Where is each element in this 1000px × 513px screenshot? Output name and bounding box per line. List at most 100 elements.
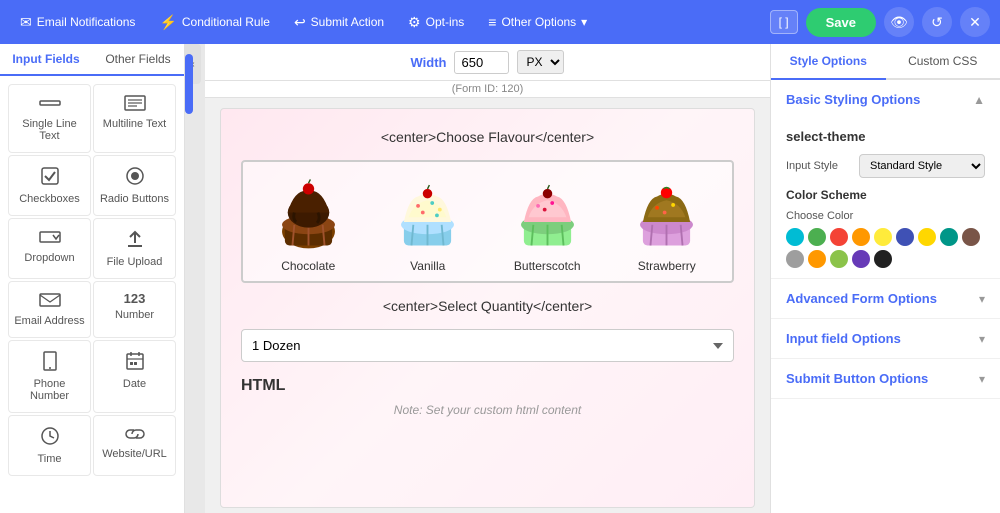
close-button[interactable]: ✕ [960,7,990,37]
field-checkboxes[interactable]: Checkboxes [8,155,91,216]
color-dot[interactable] [940,228,958,246]
basic-styling-header[interactable]: Basic Styling Options ▲ [771,80,1000,119]
field-website-url[interactable]: Website/URL [93,415,176,476]
color-scheme-title: Color Scheme [786,188,985,202]
save-button[interactable]: Save [806,8,876,37]
input-field-title: Input field Options [786,331,901,346]
date-icon [125,351,145,374]
submit-icon: ↩ [294,14,306,31]
input-field-options-section[interactable]: Input field Options ▾ [771,319,1000,359]
field-email-address[interactable]: Email Address [8,281,91,338]
color-dot[interactable] [896,228,914,246]
nav-email-notifications[interactable]: ✉ Email Notifications [10,8,145,37]
nav-opt-ins[interactable]: ⚙ Opt-ins [398,8,474,37]
width-label: Width [411,55,447,70]
email-icon: ✉ [20,14,32,31]
color-dot[interactable] [808,228,826,246]
radio-icon [125,166,145,189]
tab-other-fields[interactable]: Other Fields [92,44,184,74]
basic-styling-title: Basic Styling Options [786,92,920,107]
basic-styling-body: select-theme Input Style Standard Style … [771,119,1000,279]
multiline-icon [124,95,146,114]
submit-button-title: Submit Button Options [786,371,928,386]
submit-button-options-section[interactable]: Submit Button Options ▾ [771,359,1000,399]
nav-other-options[interactable]: ≡ Other Options ▾ [478,8,597,36]
dropdown-arrow-icon: ▾ [581,15,587,29]
input-style-select[interactable]: Standard Style Flat Style Material Style [859,154,985,178]
number-icon: 123 [124,292,146,305]
color-dot[interactable] [874,228,892,246]
sidebar-scroll-area: ‹ [185,44,205,513]
cupcake-vanilla-label: Vanilla [410,259,445,273]
field-date[interactable]: Date [93,340,176,413]
select-quantity-text: <center>Select Quantity</center> [241,298,734,314]
color-dots [786,228,985,268]
field-single-line-text[interactable]: Single Line Text [8,84,91,153]
phone-icon [41,351,59,374]
nav-submit-action[interactable]: ↩ Submit Action [284,8,394,37]
color-dot[interactable] [918,228,936,246]
cupcake-chocolate[interactable]: Chocolate [251,170,366,273]
field-time[interactable]: Time [8,415,91,476]
right-tabs: Style Options Custom CSS [771,44,1000,80]
tab-input-fields[interactable]: Input Fields [0,44,92,76]
right-sidebar: Style Options Custom CSS Basic Styling O… [770,44,1000,513]
nav-conditional-rule[interactable]: ⚡ Conditional Rule [149,8,280,37]
bracket-button[interactable]: [ ] [770,10,798,34]
center-canvas: Width PX % (Form ID: 120) <center>Choose… [205,44,770,513]
width-input[interactable] [454,51,509,74]
conditional-icon: ⚡ [159,14,176,31]
basic-styling-chevron: ▲ [973,93,985,107]
field-file-upload[interactable]: File Upload [93,218,176,279]
field-phone-number[interactable]: Phone Number [8,340,91,413]
color-dot[interactable] [786,250,804,268]
color-dot[interactable] [786,228,804,246]
field-dropdown[interactable]: Dropdown [8,218,91,279]
checkbox-icon [40,166,60,189]
field-number[interactable]: 123 Number [93,281,176,338]
preview-button[interactable]: 👁 [884,7,914,37]
unit-select[interactable]: PX % [517,50,564,74]
upload-icon [125,229,145,252]
nav-right-controls: [ ] Save 👁 ↺ ✕ [770,7,990,37]
input-field-chevron: ▾ [979,332,985,346]
advanced-form-options-section[interactable]: Advanced Form Options ▾ [771,279,1000,319]
dropdown-icon [39,229,61,248]
refresh-button[interactable]: ↺ [922,7,952,37]
color-dot[interactable] [852,250,870,268]
color-dot[interactable] [852,228,870,246]
right-content: Basic Styling Options ▲ select-theme Inp… [771,80,1000,513]
field-multiline-text[interactable]: Multiline Text [93,84,176,153]
advanced-form-title: Advanced Form Options [786,291,937,306]
color-dot[interactable] [830,228,848,246]
main-layout: Input Fields Other Fields Single Line Te… [0,44,1000,513]
cupcake-chocolate-label: Chocolate [281,259,335,273]
left-sidebar: Input Fields Other Fields Single Line Te… [0,44,185,513]
field-radio-buttons[interactable]: Radio Buttons [93,155,176,216]
cupcake-butterscotch[interactable]: Butterscotch [490,170,605,273]
color-dot[interactable] [830,250,848,268]
input-style-row: Input Style Standard Style Flat Style Ma… [786,154,985,178]
cupcake-strawberry-label: Strawberry [638,259,696,273]
cupcake-grid: Chocolate [241,160,734,283]
quantity-dropdown[interactable]: 1 Dozen 2 Dozen Half Dozen [241,329,734,362]
scroll-thumb [185,54,193,114]
cupcake-butterscotch-label: Butterscotch [514,259,581,273]
color-dot[interactable] [962,228,980,246]
email-field-icon [39,292,61,311]
tab-style-options[interactable]: Style Options [771,44,886,80]
html-label: HTML [241,377,734,395]
color-dot[interactable] [808,250,826,268]
top-navigation: ✉ Email Notifications ⚡ Conditional Rule… [0,0,1000,44]
color-dot[interactable] [874,250,892,268]
quantity-select[interactable]: 1 Dozen 2 Dozen Half Dozen [241,329,734,362]
form-canvas: <center>Choose Flavour</center> [220,108,755,508]
html-section: HTML Note: Set your custom html content [241,377,734,417]
cupcake-vanilla[interactable]: Vanilla [371,170,486,273]
time-icon [40,426,60,449]
tab-custom-css[interactable]: Custom CSS [886,44,1000,78]
cupcake-strawberry[interactable]: Strawberry [610,170,725,273]
html-note: Note: Set your custom html content [241,403,734,417]
canvas-area[interactable]: <center>Choose Flavour</center> [205,98,770,513]
optins-icon: ⚙ [408,14,421,31]
